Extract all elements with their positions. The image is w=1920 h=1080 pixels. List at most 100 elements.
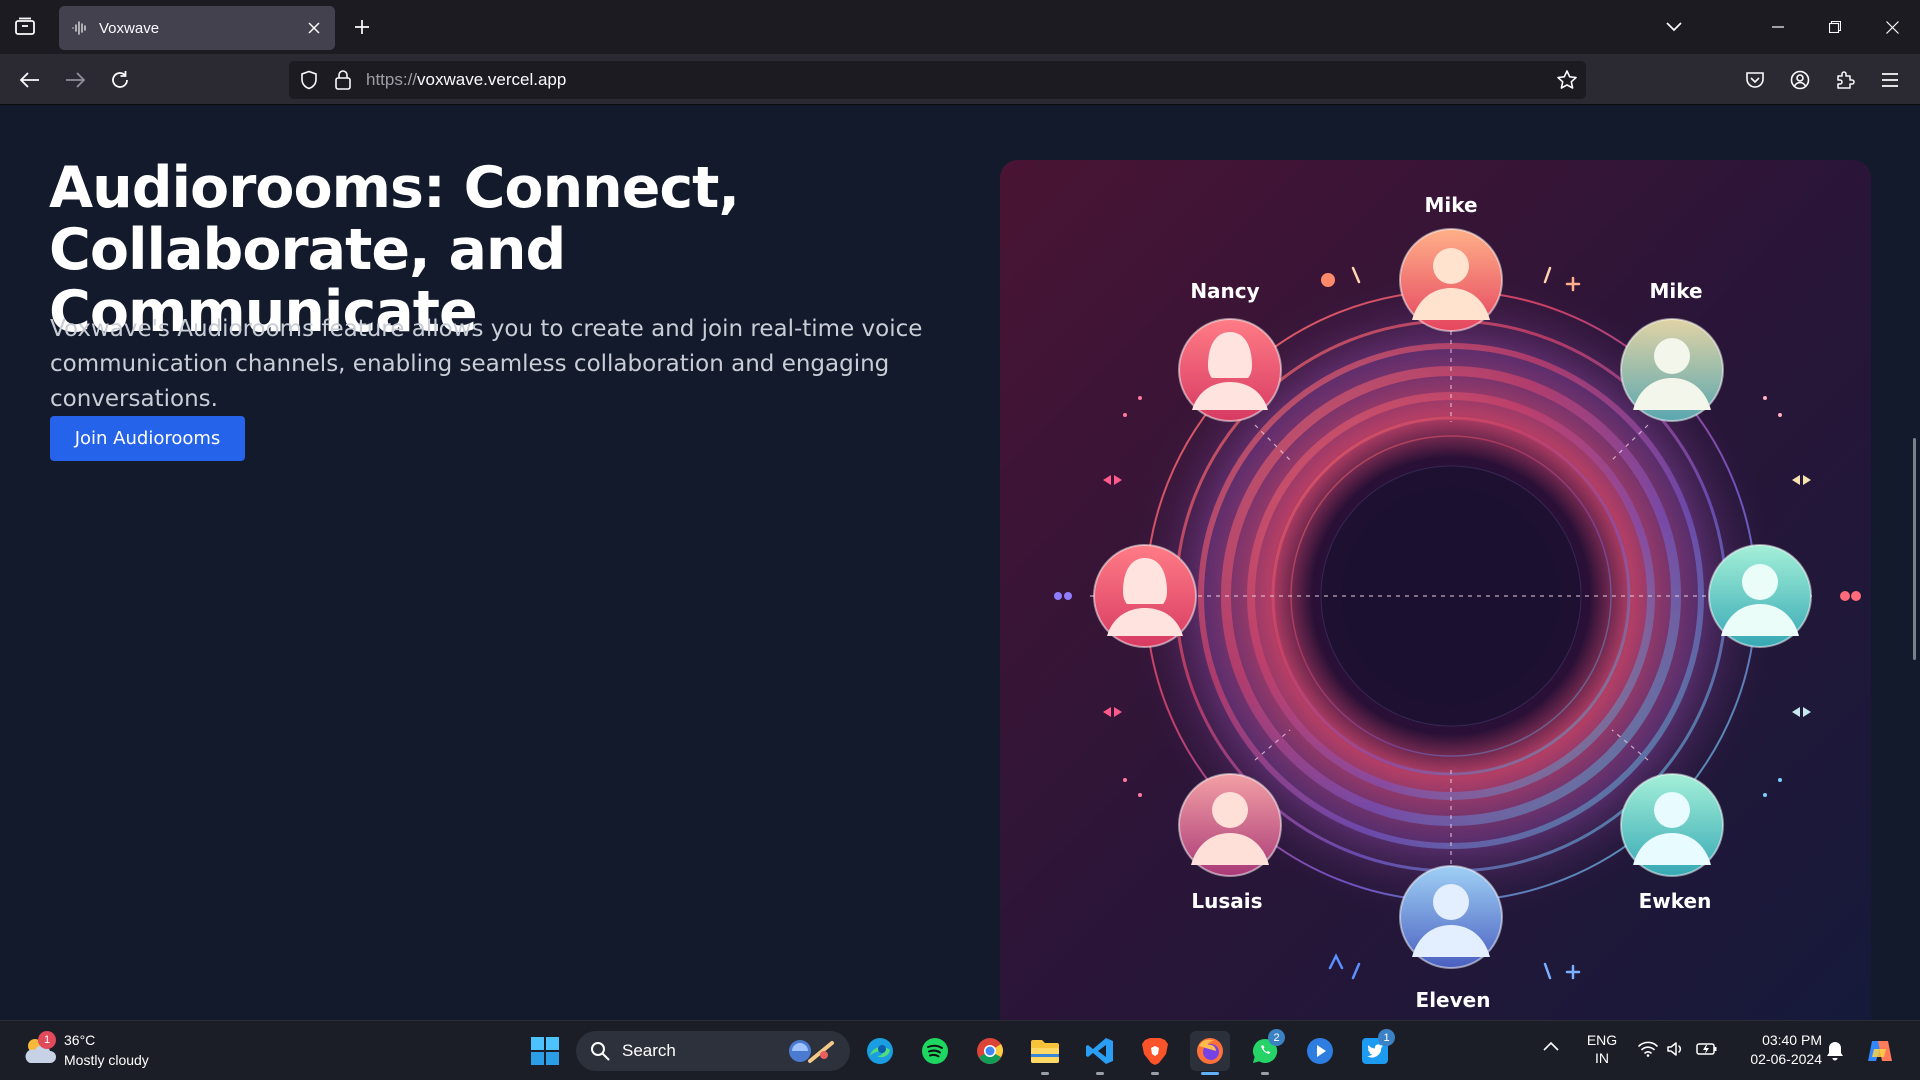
close-icon bbox=[308, 22, 320, 34]
participant-name-eleven: Eleven bbox=[1416, 988, 1491, 1012]
active-indicator bbox=[1201, 1072, 1219, 1075]
pocket-icon bbox=[1746, 72, 1764, 88]
puzzle-icon bbox=[1837, 71, 1855, 89]
vscode-icon bbox=[1086, 1038, 1113, 1064]
weather-temperature: 36°C bbox=[64, 1032, 96, 1048]
chevron-down-icon bbox=[1666, 22, 1682, 32]
bookmark-star-icon[interactable] bbox=[1556, 69, 1578, 91]
address-bar[interactable]: https://voxwave.vercel.app bbox=[289, 61, 1586, 99]
taskbar-app-firefox[interactable] bbox=[1190, 1031, 1230, 1075]
avatar-ewken bbox=[1620, 773, 1724, 877]
url-host: voxwave.vercel.app bbox=[417, 70, 567, 89]
avatar-left bbox=[1093, 544, 1197, 648]
running-indicator bbox=[1041, 1072, 1049, 1075]
play-icon bbox=[1307, 1038, 1333, 1064]
reload-icon bbox=[112, 71, 128, 88]
hero-description: Voxwave's Audiorooms feature allows you … bbox=[50, 316, 923, 412]
participant-name-mike-top: Mike bbox=[1424, 193, 1477, 217]
participant-name-ewken: Ewken bbox=[1639, 889, 1712, 913]
app-menu-button[interactable] bbox=[1874, 64, 1906, 96]
battery-charging-icon[interactable] bbox=[1696, 1041, 1718, 1057]
whatsapp-unread-badge: 2 bbox=[1268, 1029, 1285, 1046]
running-indicator bbox=[1096, 1072, 1104, 1075]
list-all-tabs-button[interactable] bbox=[1659, 12, 1689, 42]
close-window-button[interactable] bbox=[1877, 12, 1907, 42]
taskbar-app-media-player[interactable] bbox=[1300, 1031, 1340, 1071]
page-viewport: Audiorooms: Connect, Collaborate, and Co… bbox=[0, 105, 1920, 1020]
participant-name-nancy: Nancy bbox=[1190, 279, 1259, 303]
minimize-button[interactable] bbox=[1763, 12, 1793, 42]
avatar-eleven bbox=[1399, 865, 1503, 969]
system-clock[interactable]: 03:40 PM 02-06-2024 bbox=[1730, 1031, 1822, 1069]
input-language-indicator[interactable]: ENG IN bbox=[1585, 1031, 1619, 1067]
extensions-button[interactable] bbox=[1829, 64, 1861, 96]
avatar-nancy bbox=[1178, 318, 1282, 422]
taskbar-app-edge[interactable] bbox=[860, 1031, 900, 1071]
browser-tab-bar: Voxwave bbox=[0, 0, 1920, 54]
folder-icon bbox=[1031, 1040, 1059, 1063]
close-icon bbox=[1885, 20, 1899, 34]
hero-title-line-1: Audiorooms: Connect, bbox=[49, 155, 740, 221]
taskbar-app-file-explorer[interactable] bbox=[1025, 1031, 1065, 1075]
tab-close-button[interactable] bbox=[303, 17, 325, 39]
taskbar-app-chrome[interactable] bbox=[970, 1031, 1010, 1071]
restore-button[interactable] bbox=[1820, 12, 1850, 42]
join-audiorooms-button[interactable]: Join Audiorooms bbox=[50, 416, 245, 461]
forward-button[interactable] bbox=[59, 64, 91, 96]
taskbar-app-spotify[interactable] bbox=[915, 1031, 955, 1071]
participant-name-lusais: Lusais bbox=[1191, 889, 1262, 913]
windows-logo-icon bbox=[531, 1037, 559, 1065]
arrow-right-icon bbox=[66, 72, 85, 88]
volume-icon[interactable] bbox=[1666, 1041, 1686, 1057]
taskbar-search[interactable]: Search bbox=[576, 1031, 850, 1071]
taskbar-app-whatsapp[interactable]: 2 bbox=[1245, 1029, 1285, 1075]
weather-alert-badge: 1 bbox=[38, 1031, 56, 1049]
brave-icon bbox=[1142, 1038, 1168, 1065]
participant-name-mike-right: Mike bbox=[1649, 279, 1702, 303]
notification-bell-icon[interactable] bbox=[1826, 1041, 1844, 1061]
twitter-unread-badge: 1 bbox=[1378, 1029, 1395, 1046]
search-icon bbox=[591, 1042, 610, 1061]
avatar-lusais bbox=[1178, 773, 1282, 877]
soundwave-favicon-icon bbox=[72, 21, 86, 35]
clock-date: 02-06-2024 bbox=[1750, 1051, 1822, 1067]
firefox-view-button[interactable] bbox=[10, 13, 40, 41]
plus-icon bbox=[355, 20, 369, 34]
spotify-icon bbox=[922, 1038, 948, 1064]
language-code: ENG bbox=[1586, 1032, 1618, 1048]
avatar-right bbox=[1708, 544, 1812, 648]
restore-icon bbox=[1829, 21, 1841, 33]
audiorooms-illustration: Mike Nancy Mike Lusais Ewken Eleven bbox=[1000, 160, 1871, 1020]
show-hidden-icons-chevron-icon[interactable] bbox=[1543, 1041, 1559, 1051]
lock-icon[interactable] bbox=[334, 69, 352, 91]
copilot-icon[interactable] bbox=[1864, 1035, 1896, 1067]
weather-widget[interactable]: 1 36°C Mostly cloudy bbox=[22, 1029, 202, 1073]
taskbar-app-twitter[interactable]: 1 bbox=[1355, 1029, 1395, 1071]
search-highlight-icon bbox=[789, 1040, 834, 1063]
tab-list-icon bbox=[15, 17, 35, 35]
account-button[interactable] bbox=[1784, 64, 1816, 96]
taskbar-app-vscode[interactable] bbox=[1080, 1031, 1120, 1075]
wifi-icon[interactable] bbox=[1638, 1041, 1658, 1057]
reload-button[interactable] bbox=[104, 64, 136, 96]
pocket-button[interactable] bbox=[1739, 64, 1771, 96]
running-indicator bbox=[1261, 1072, 1269, 1075]
clock-time: 03:40 PM bbox=[1762, 1032, 1822, 1048]
avatar-mike-top bbox=[1399, 228, 1503, 332]
url-text[interactable]: https://voxwave.vercel.app bbox=[366, 70, 566, 90]
running-indicator bbox=[1151, 1072, 1159, 1075]
hamburger-menu-icon bbox=[1882, 73, 1898, 87]
tracking-protection-shield-icon[interactable] bbox=[299, 70, 319, 90]
back-button[interactable] bbox=[14, 64, 46, 96]
search-placeholder: Search bbox=[622, 1041, 676, 1060]
taskbar-app-brave[interactable] bbox=[1135, 1031, 1175, 1075]
firefox-icon bbox=[1197, 1038, 1223, 1064]
avatar-mike-right bbox=[1620, 318, 1724, 422]
start-button[interactable] bbox=[525, 1031, 565, 1071]
language-region: IN bbox=[1595, 1050, 1609, 1066]
new-tab-button[interactable] bbox=[349, 14, 375, 40]
edge-icon bbox=[867, 1038, 893, 1064]
tab-voxwave[interactable]: Voxwave bbox=[59, 6, 335, 50]
account-icon bbox=[1790, 70, 1810, 90]
page-scrollbar[interactable] bbox=[1913, 438, 1916, 660]
